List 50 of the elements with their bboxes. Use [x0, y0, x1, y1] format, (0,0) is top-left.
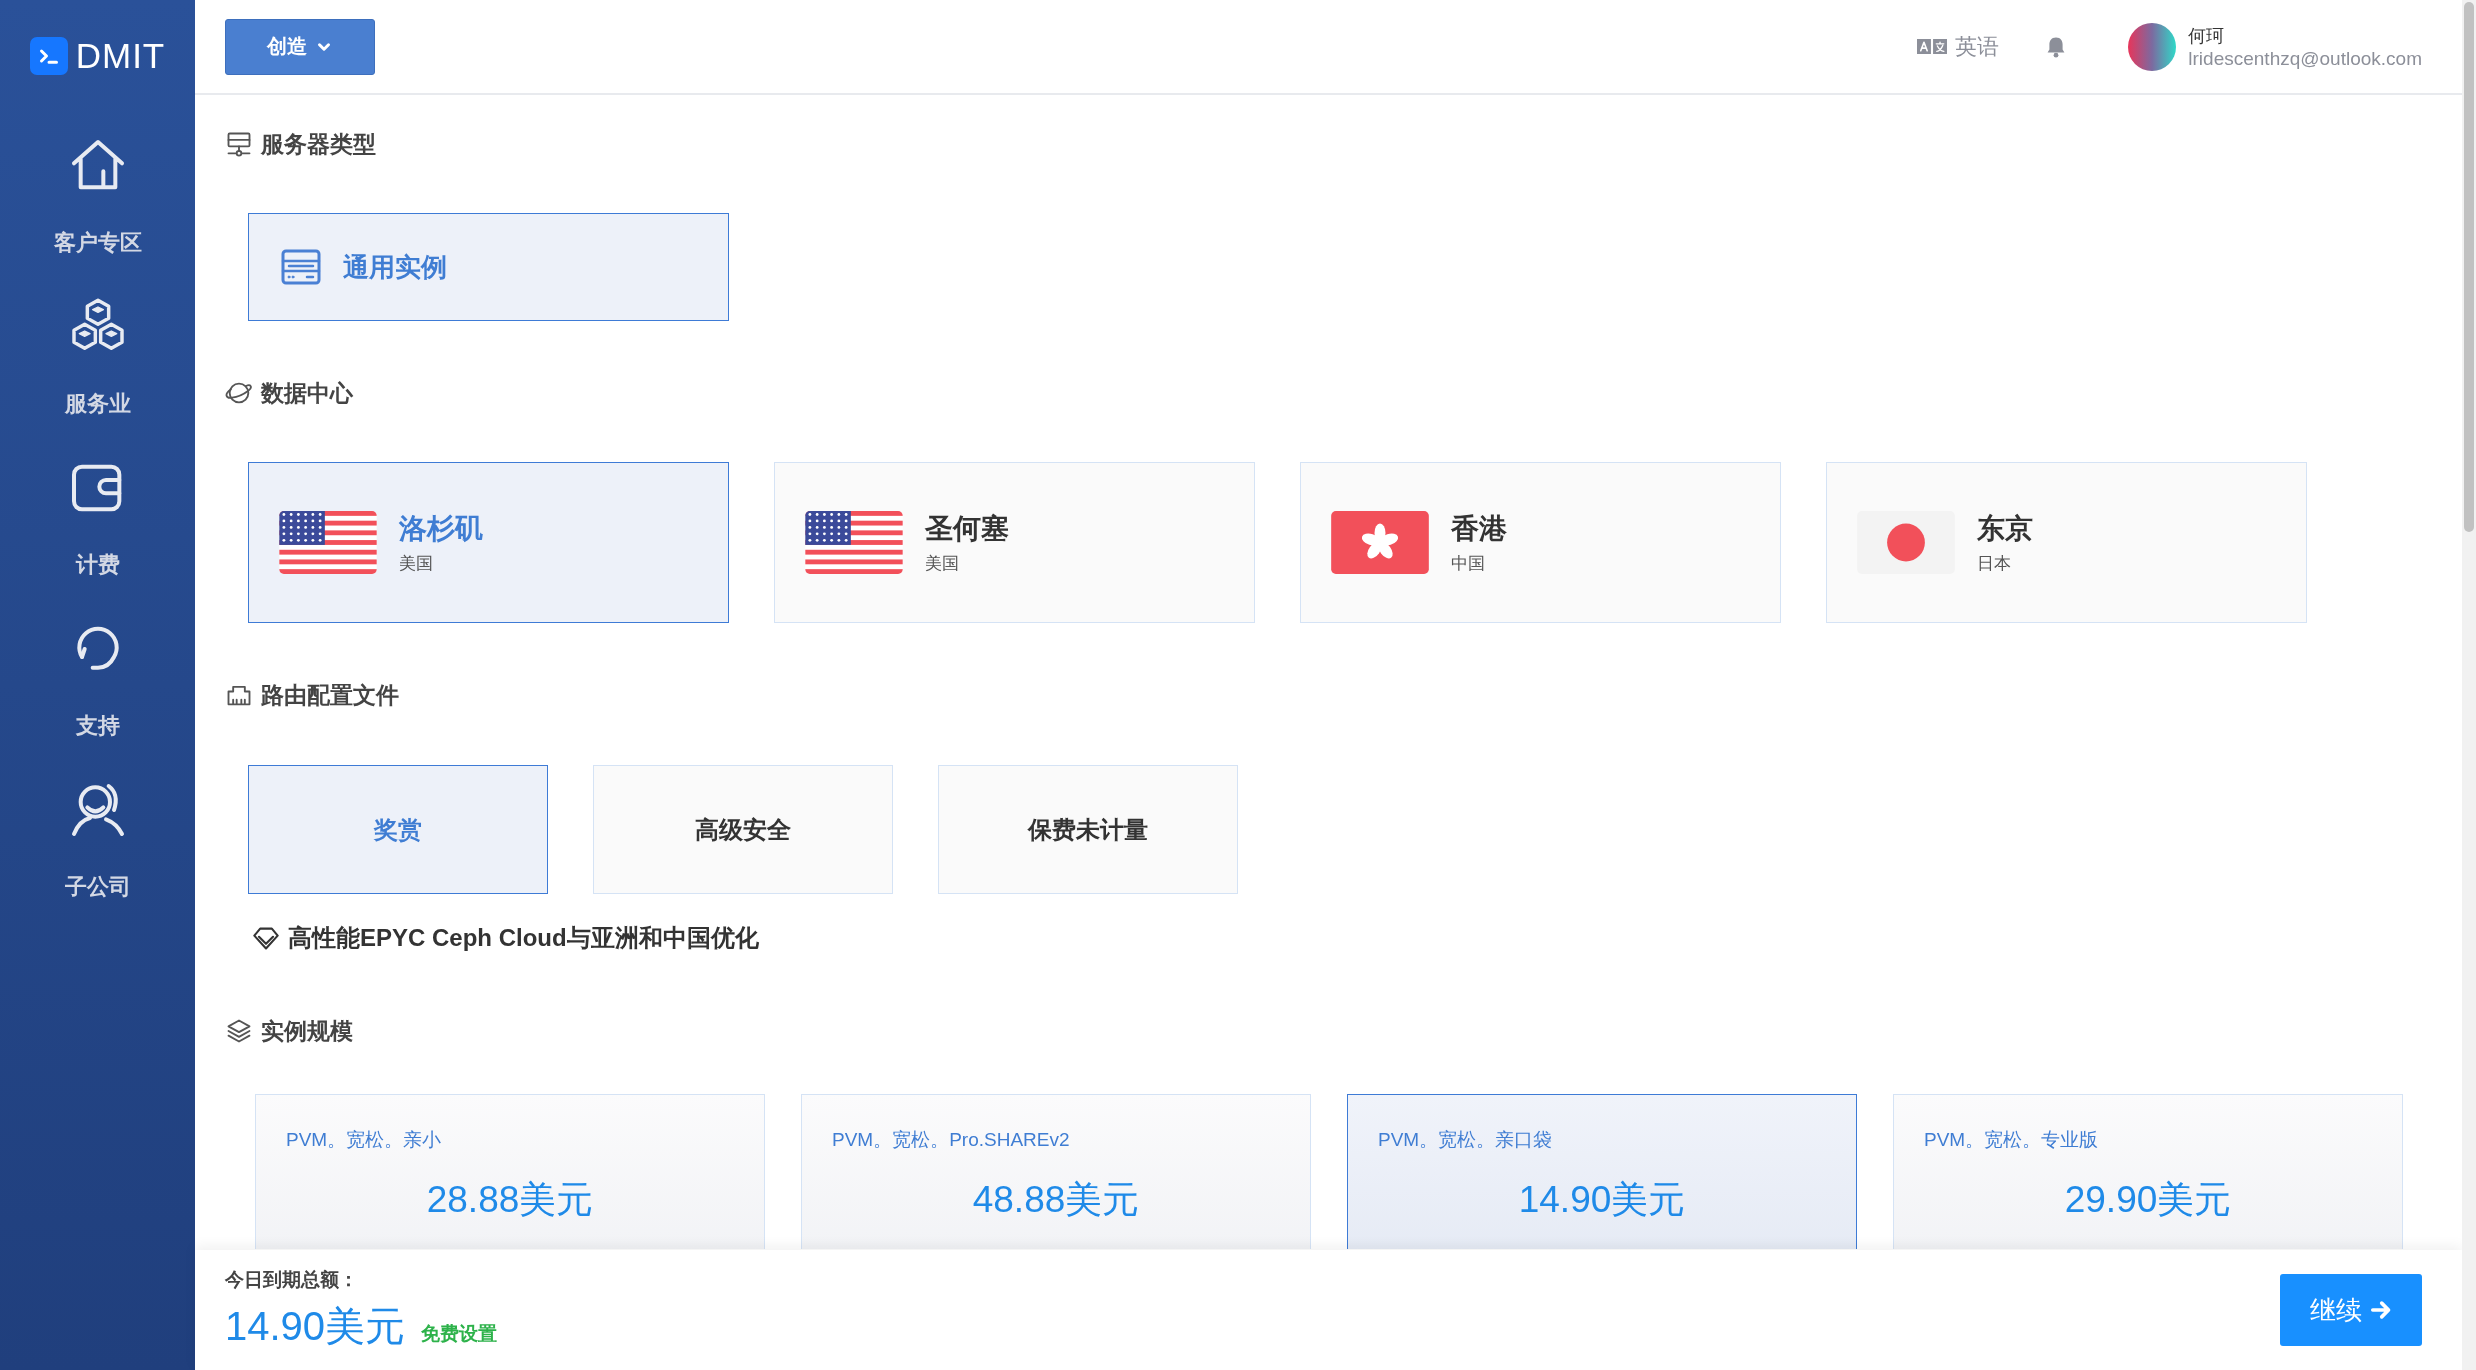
plan-price: 48.88美元 [971, 1178, 1141, 1222]
user-email: lridescenthzq@outlook.com [2188, 47, 2422, 70]
data-center-card[interactable]: 圣何塞 美国 [774, 462, 1255, 623]
plan-card[interactable]: PVM。宽松。亲口袋 14.90美元 [1347, 1094, 1857, 1249]
sidebar-item[interactable]: 计费 [65, 456, 130, 617]
continue-button[interactable]: 继续 [2280, 1274, 2422, 1346]
user-name: 何珂 [2188, 24, 2226, 48]
data-center-card[interactable]: 香港 中国 [1300, 462, 1781, 623]
route-profile-card[interactable]: 高级安全 [593, 765, 893, 894]
instance-type-card[interactable]: 通用实例 [248, 213, 729, 321]
plan-name: PVM。宽松。亲小 [286, 1128, 443, 1152]
layers-icon [225, 1017, 253, 1045]
plan-price: 14.90美元 [1517, 1178, 1687, 1222]
sidebar-item[interactable]: 支持 [65, 617, 130, 778]
plan-name: PVM。宽松。亲口袋 [1378, 1128, 1554, 1152]
route-description: 高性能EPYC Ceph Cloud与亚洲和中国优化 [288, 923, 759, 953]
plan-card[interactable]: PVM。宽松。专业版 29.90美元 [1893, 1094, 2403, 1249]
section-title: 路由配置文件 [261, 680, 399, 710]
create-button[interactable]: 创造 [225, 18, 375, 75]
section-title: 实例规模 [261, 1016, 353, 1046]
setup-note: 免费设置 [421, 1321, 498, 1346]
plan-price: 29.90美元 [2063, 1178, 2233, 1222]
plan-card[interactable]: PVM。宽松。亲小 28.88美元 [255, 1094, 765, 1249]
translate-icon [1917, 39, 1948, 54]
route-profile-card[interactable]: 奖赏 [248, 765, 548, 894]
language-selector[interactable]: 英语 [1917, 31, 2000, 62]
arrow-right-icon [2370, 1299, 2392, 1321]
circle-flag-icon [1857, 511, 1955, 574]
total-label: 今日到期总额： [225, 1267, 359, 1292]
sidebar-item[interactable]: 子公司 [64, 778, 131, 939]
plan-name: PVM。宽松。专业版 [1924, 1128, 2100, 1152]
server-icon [225, 130, 253, 158]
section-title: 数据中心 [261, 378, 353, 408]
scrollbar[interactable] [2462, 0, 2476, 1370]
section-title: 服务器类型 [261, 129, 376, 159]
plan-price: 28.88美元 [425, 1178, 595, 1222]
data-center-card[interactable]: 洛杉矶 美国 [248, 462, 729, 623]
data-center-card[interactable]: 东京 日本 [1826, 462, 2307, 623]
scrollbar-thumb[interactable] [2464, 2, 2474, 532]
total-price: 14.90美元 [225, 1302, 406, 1350]
sidebar-item[interactable]: 服务业 [64, 295, 131, 456]
sidebar-item[interactable]: 客户专区 [53, 134, 142, 295]
plan-name: PVM。宽松。Pro.SHAREv2 [832, 1128, 1071, 1152]
us-flag-icon [805, 511, 903, 574]
server-icon [281, 249, 321, 285]
us-flag-icon [279, 511, 377, 574]
bauhinia-flag-icon [1331, 511, 1429, 574]
route-profile-card[interactable]: 保费未计量 [938, 765, 1238, 894]
brand-name: DMIT [75, 36, 166, 76]
plan-card[interactable]: PVM。宽松。Pro.SHAREv2 48.88美元 [801, 1094, 1311, 1249]
